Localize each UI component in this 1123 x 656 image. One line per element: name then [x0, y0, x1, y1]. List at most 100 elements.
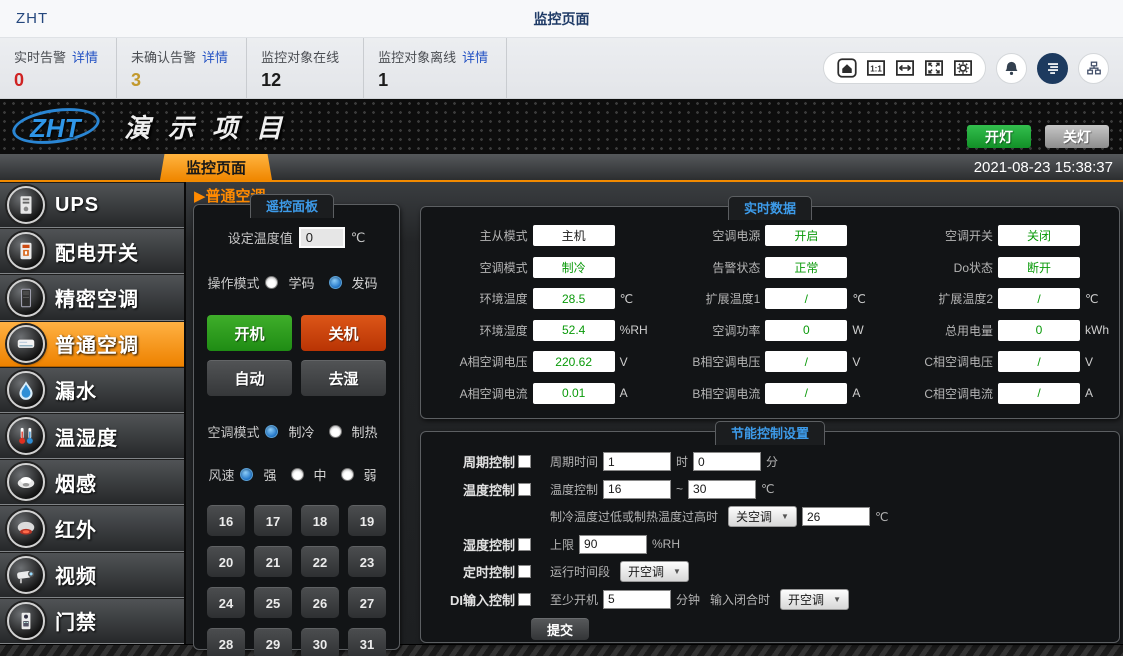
content: UPS 配电开关 精密空调 普通空调 漏水 温湿度	[0, 182, 1123, 644]
temp-button-17[interactable]: 17	[254, 505, 292, 536]
stats-bar: 实时告警详情 0 未确认告警详情 3 监控对象在线 12 监控对象离线详情 1 …	[0, 38, 1123, 99]
temp-button-25[interactable]: 25	[254, 587, 292, 618]
cycle-hour-input[interactable]	[603, 452, 671, 471]
light-on-button[interactable]: 开灯	[967, 125, 1031, 148]
temp-button-30[interactable]: 30	[301, 628, 339, 656]
sidebar-item-normal-ac[interactable]: 普通空调	[0, 321, 184, 367]
cycle-minute-input[interactable]	[693, 452, 761, 471]
realtime-data-panel: 实时数据 主从模式主机 空调电源开启 空调开关关闭 空调模式制冷 告警状态正常 …	[420, 206, 1120, 419]
precision-ac-icon	[7, 279, 45, 317]
temp-humidity-icon	[7, 417, 45, 455]
sidebar-item-temp-humidity[interactable]: 温湿度	[0, 413, 184, 459]
temp-button-29[interactable]: 29	[254, 628, 292, 656]
field-ac-power-watts: 空调功率0W	[654, 315, 887, 347]
logo-text: ZHT	[30, 113, 81, 144]
page-title: 监控页面	[534, 9, 590, 29]
radio-cooling[interactable]	[265, 425, 278, 438]
humidity-limit-input[interactable]	[579, 535, 647, 554]
field-alarm-status: 告警状态正常	[654, 252, 887, 284]
energy-row-humidity: 湿度控制 上限 %RH	[435, 531, 1119, 559]
field-ac-mode: 空调模式制冷	[421, 252, 654, 284]
power-off-button[interactable]: 关机	[301, 315, 386, 351]
home-icon[interactable]	[836, 58, 857, 79]
temp-action-dropdown[interactable]: 关空调▼	[728, 506, 797, 527]
topology-icon[interactable]	[1078, 53, 1109, 84]
field-value: 开启	[765, 225, 847, 246]
energy-row-temperature: 温度控制 温度控制 ~ ℃	[435, 476, 1119, 504]
one-to-one-icon[interactable]: 1:1	[865, 58, 886, 79]
dehumidify-button[interactable]: 去湿	[301, 360, 386, 396]
temp-button-16[interactable]: 16	[207, 505, 245, 536]
sidebar-item-video[interactable]: 视频	[0, 552, 184, 598]
temp-button-18[interactable]: 18	[301, 505, 339, 536]
detail-link[interactable]: 详情	[72, 50, 98, 65]
settings-gear-icon[interactable]	[952, 58, 973, 79]
radio-fan-strong[interactable]	[240, 468, 253, 481]
field-value: 52.4	[533, 320, 615, 341]
radio-send-code[interactable]	[329, 276, 342, 289]
stat-label: 监控对象离线	[378, 50, 456, 65]
temp-control-checkbox[interactable]	[518, 483, 531, 496]
detail-link[interactable]: 详情	[462, 50, 488, 65]
field-ambient-humidity: 环境湿度52.4%RH	[421, 315, 654, 347]
field-phase-a-current: A相空调电流0.01A	[421, 378, 654, 410]
fit-width-icon[interactable]	[894, 58, 915, 79]
temp-button-24[interactable]: 24	[207, 587, 245, 618]
stat-value: 3	[131, 70, 228, 91]
temp-button-23[interactable]: 23	[348, 546, 386, 577]
detail-link[interactable]: 详情	[202, 50, 228, 65]
stat-label: 未确认告警	[131, 50, 196, 65]
di-min-runtime-input[interactable]	[603, 590, 671, 609]
humidity-control-checkbox[interactable]	[518, 538, 531, 551]
set-temp-input[interactable]	[299, 227, 345, 248]
stat-value: 0	[14, 70, 98, 91]
temp-button-28[interactable]: 28	[207, 628, 245, 656]
field-value: /	[765, 288, 847, 309]
field-value: 制冷	[533, 257, 615, 278]
di-action-dropdown[interactable]: 开空调▼	[780, 589, 849, 610]
auto-button[interactable]: 自动	[207, 360, 292, 396]
field-phase-b-current: B相空调电流/A	[654, 378, 887, 410]
radio-learn-code[interactable]	[265, 276, 278, 289]
radio-fan-weak[interactable]	[341, 468, 354, 481]
energy-panel-tab: 节能控制设置	[715, 421, 825, 445]
ac-mode-label: 空调模式	[207, 422, 259, 441]
temp-high-input[interactable]	[688, 480, 756, 499]
sidebar-item-water-leak[interactable]: 漏水	[0, 367, 184, 413]
field-value: 28.5	[533, 288, 615, 309]
radio-heating[interactable]	[329, 425, 342, 438]
tab-monitoring-page[interactable]: 监控页面	[160, 154, 272, 180]
di-input-control-checkbox[interactable]	[518, 593, 531, 606]
timer-action-dropdown[interactable]: 开空调▼	[620, 561, 689, 582]
submit-button[interactable]: 提交	[531, 618, 589, 640]
temp-button-21[interactable]: 21	[254, 546, 292, 577]
normal-ac-icon	[7, 325, 45, 363]
sidebar-item-precision-ac[interactable]: 精密空调	[0, 274, 184, 320]
cycle-control-checkbox[interactable]	[518, 455, 531, 468]
temp-action-value-input[interactable]	[802, 507, 870, 526]
fullscreen-icon[interactable]	[923, 58, 944, 79]
temp-button-26[interactable]: 26	[301, 587, 339, 618]
timer-control-checkbox[interactable]	[518, 565, 531, 578]
chevron-down-icon: ▼	[781, 512, 789, 521]
sidebar-item-door-access[interactable]: 门禁	[0, 598, 184, 644]
sidebar-item-smoke[interactable]: 烟感	[0, 459, 184, 505]
sidebar-item-infrared[interactable]: 红外	[0, 505, 184, 551]
stat-value: 12	[261, 70, 345, 91]
sidebar-item-power-switch[interactable]: 配电开关	[0, 228, 184, 274]
temp-button-20[interactable]: 20	[207, 546, 245, 577]
alarm-list-icon[interactable]	[1037, 53, 1068, 84]
light-off-button[interactable]: 关灯	[1045, 125, 1109, 148]
sidebar-item-ups[interactable]: UPS	[0, 182, 184, 228]
temp-button-27[interactable]: 27	[348, 587, 386, 618]
radio-fan-medium[interactable]	[291, 468, 304, 481]
temp-button-31[interactable]: 31	[348, 628, 386, 656]
monitoring-page: ZHT 监控页面 实时告警详情 0 未确认告警详情 3 监控对象在线 12 监控…	[0, 0, 1123, 656]
temp-button-22[interactable]: 22	[301, 546, 339, 577]
temp-low-input[interactable]	[603, 480, 671, 499]
power-on-button[interactable]: 开机	[207, 315, 292, 351]
alarm-bell-icon[interactable]	[996, 53, 1027, 84]
energy-row-timer: 定时控制 运行时间段 开空调▼	[435, 558, 1119, 586]
field-value: 0	[765, 320, 847, 341]
temp-button-19[interactable]: 19	[348, 505, 386, 536]
